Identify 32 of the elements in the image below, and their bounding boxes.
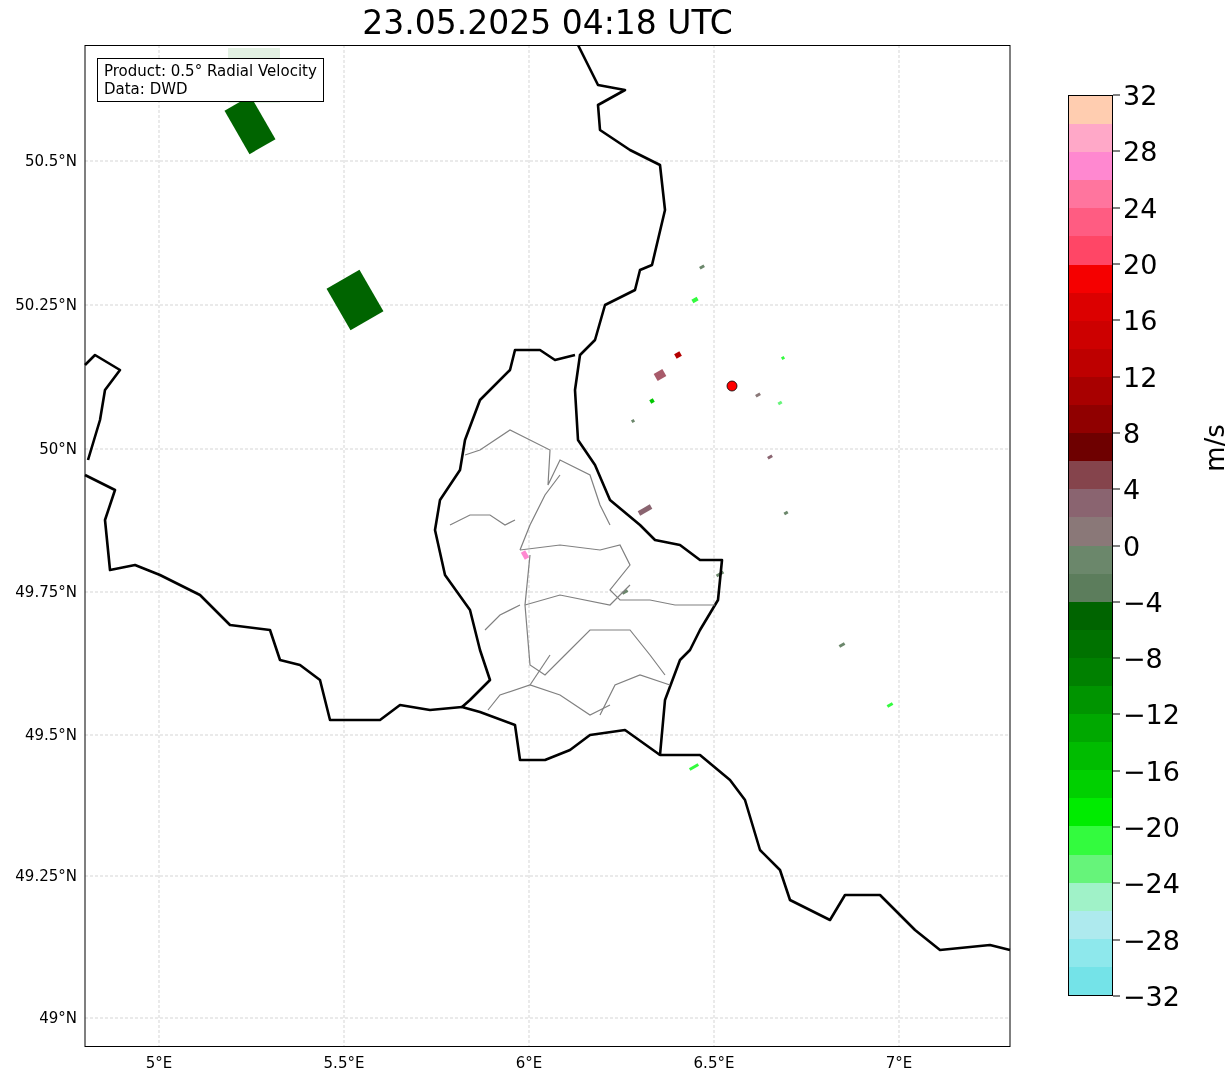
colorbar-tick-label: 24 — [1123, 192, 1158, 224]
latitude-label: 49.5°N — [24, 726, 77, 744]
latitude-label: 50.25°N — [15, 296, 77, 314]
colorbar-tick-label: 0 — [1123, 530, 1141, 561]
colorbar-tick-label: −12 — [1123, 698, 1180, 730]
latitude-label: 50.5°N — [24, 152, 77, 170]
colorbar-tick-label: 4 — [1123, 473, 1141, 505]
longitude-label: 7°E — [885, 1054, 913, 1072]
latitude-label: 49°N — [39, 1009, 77, 1027]
info-text: Product: 0.5° Radial Velocity — [104, 62, 317, 80]
colorbar-tick-label: 20 — [1123, 248, 1158, 280]
colorbar-tick-label: −8 — [1123, 642, 1163, 674]
longitude-label: 5.5°E — [323, 1054, 365, 1072]
latitude-label: 49.25°N — [15, 867, 77, 885]
latitude-label: 50°N — [39, 440, 77, 458]
colorbar-tick-label: 12 — [1123, 361, 1158, 393]
colorbar-tick-label: −32 — [1123, 980, 1180, 1012]
colorbar-tick-label: −4 — [1123, 586, 1163, 618]
colorbar-tick-label: 28 — [1123, 135, 1158, 167]
longitude-label: 6.5°E — [693, 1054, 735, 1072]
longitude-label: 6°E — [515, 1054, 543, 1072]
colorbar-tick-label: −24 — [1123, 867, 1180, 899]
colorbar-tick-label: −20 — [1123, 811, 1180, 843]
colorbar-tick-label: 16 — [1123, 304, 1158, 336]
chart-title: 23.05.2025 04:18 UTC — [362, 6, 733, 39]
colorbar-tick-label: −28 — [1123, 924, 1180, 956]
longitude-label: 5°E — [145, 1054, 173, 1072]
latitude-label: 49.75°N — [15, 583, 77, 601]
colorbar-tick-label: 32 — [1123, 79, 1158, 111]
colorbar-tick-label: 8 — [1123, 417, 1141, 449]
info-text: Data: DWD — [104, 80, 189, 98]
colorbar-tick-label: −16 — [1123, 755, 1180, 787]
